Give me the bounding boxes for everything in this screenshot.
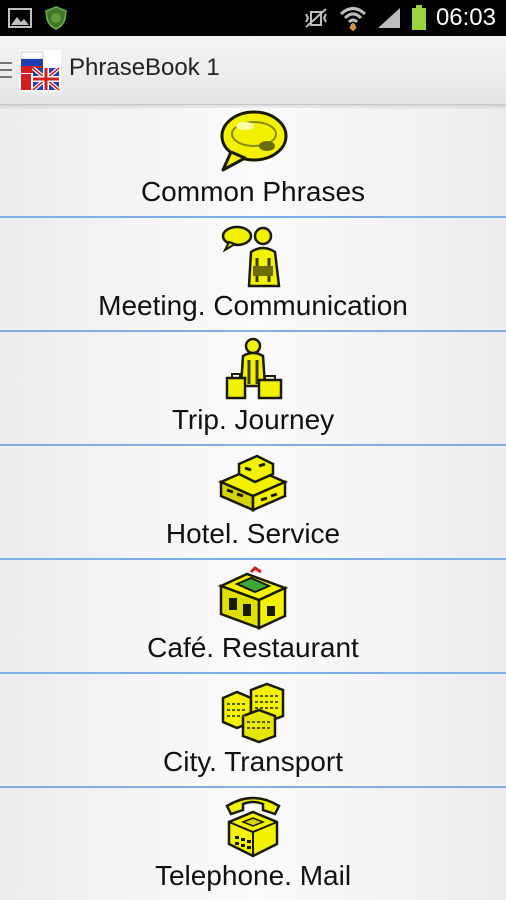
action-bar: PhraseBook 1 bbox=[0, 36, 506, 105]
status-bar: 06:03 bbox=[0, 0, 506, 36]
status-bar-notifications bbox=[8, 6, 68, 30]
cafe-building-icon bbox=[217, 566, 289, 630]
list-item-hotel-service[interactable]: Hotel. Service bbox=[0, 446, 506, 560]
list-item-cafe-restaurant[interactable]: Café. Restaurant bbox=[0, 560, 506, 674]
shield-app-icon bbox=[45, 6, 67, 30]
list-item-telephone-mail[interactable]: Telephone. Mail bbox=[0, 788, 506, 900]
battery-icon bbox=[411, 5, 426, 30]
telephone-icon bbox=[225, 796, 281, 858]
signal-icon bbox=[377, 8, 400, 28]
list-item-city-transport[interactable]: City. Transport bbox=[0, 674, 506, 788]
mute-vibrate-icon bbox=[305, 8, 327, 28]
app-title: PhraseBook 1 bbox=[69, 54, 220, 81]
status-time: 06:03 bbox=[435, 4, 496, 31]
list-item-label: Common Phrases bbox=[140, 176, 366, 207]
hotel-building-icon bbox=[217, 454, 289, 512]
status-bar-system: 06:03 bbox=[302, 4, 496, 32]
traveler-luggage-icon bbox=[225, 337, 283, 400]
list-item-label: City. Transport bbox=[163, 746, 343, 777]
list-item-common-phrases[interactable]: Common Phrases bbox=[0, 104, 506, 218]
list-item-trip-journey[interactable]: Trip. Journey bbox=[0, 332, 506, 446]
wifi-icon bbox=[339, 7, 366, 31]
list-item-label: Hotel. Service bbox=[165, 518, 341, 549]
gallery-icon bbox=[8, 8, 32, 28]
people-talking-icon bbox=[221, 225, 281, 288]
city-buildings-icon bbox=[221, 682, 285, 744]
list-item-label: Café. Restaurant bbox=[147, 632, 359, 663]
list-item-label: Telephone. Mail bbox=[154, 860, 352, 891]
speech-bubble-icon bbox=[220, 110, 288, 172]
menu-icon[interactable] bbox=[0, 60, 12, 80]
flags-logo[interactable] bbox=[19, 50, 61, 92]
list-item-label: Meeting. Communication bbox=[98, 290, 408, 321]
list-item-label: Trip. Journey bbox=[171, 404, 335, 435]
category-list[interactable]: Common Phrases Meeting. Communication Tr… bbox=[0, 104, 506, 900]
list-item-meeting-communication[interactable]: Meeting. Communication bbox=[0, 218, 506, 332]
